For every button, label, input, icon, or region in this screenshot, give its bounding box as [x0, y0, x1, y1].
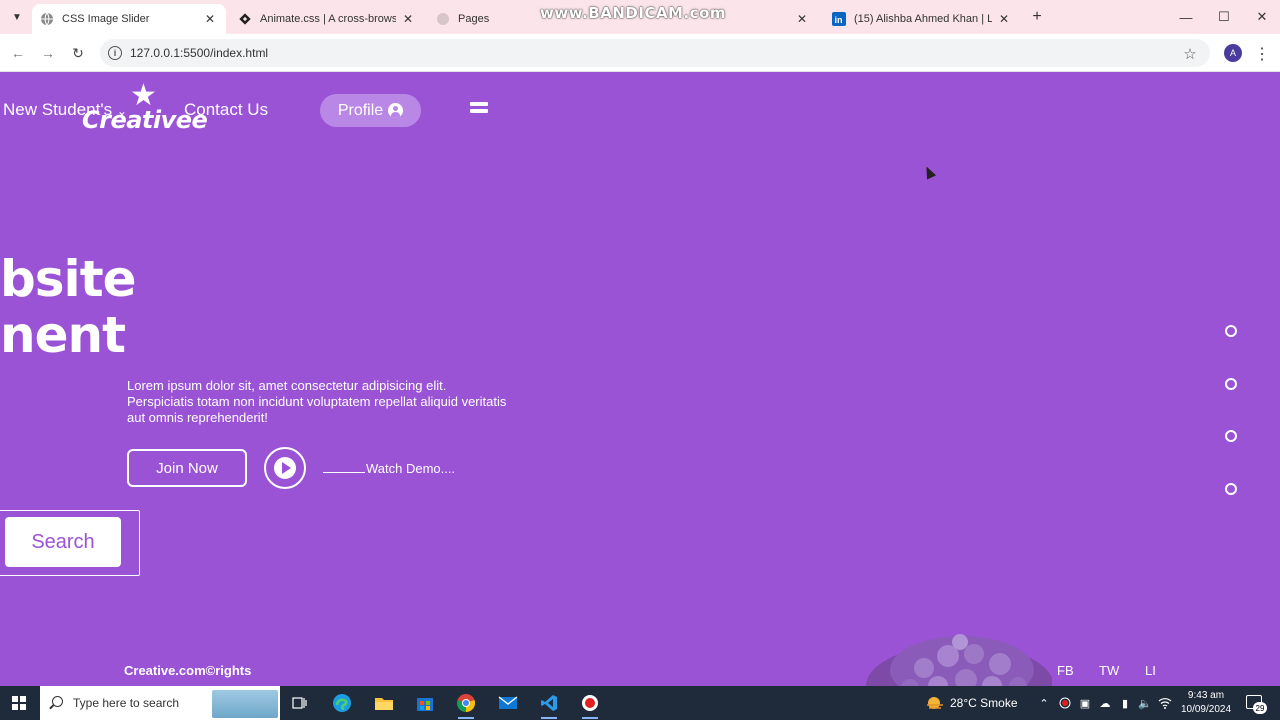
slider-dot[interactable]	[1225, 430, 1237, 442]
system-clock[interactable]: 9:43 am 10/09/2024	[1180, 689, 1232, 717]
mouse-cursor	[921, 164, 937, 180]
search-button[interactable]: Search	[5, 517, 121, 567]
nav-contact-us[interactable]: Contact Us	[184, 100, 268, 120]
divider	[323, 472, 365, 473]
hamburger-menu-icon[interactable]	[470, 102, 488, 120]
watch-demo-link[interactable]: Watch Demo....	[323, 461, 455, 476]
forward-arrow-icon[interactable]: →	[38, 43, 58, 63]
linkedin-icon: in	[832, 12, 846, 26]
profile-button[interactable]: Profile	[320, 94, 421, 127]
volume-muted-icon[interactable]: 🔈	[1138, 696, 1152, 710]
site-logo[interactable]: ★ Creativee	[82, 78, 208, 140]
onedrive-cloud-icon[interactable]: ☁	[1098, 696, 1112, 710]
browser-tab-bar: ▼ CSS Image Slider ✕ Animate.css | A cro…	[0, 0, 1280, 34]
site-info-icon[interactable]: i	[108, 46, 122, 60]
clock-time: 9:43 am	[1187, 690, 1225, 701]
clock-date: 10/09/2024	[1180, 704, 1232, 715]
chrome-icon[interactable]	[456, 693, 476, 719]
weather-icon	[926, 696, 944, 710]
animate-logo-icon	[238, 12, 252, 26]
social-link-li[interactable]: LI	[1145, 663, 1156, 678]
profile-label: Profile	[337, 101, 384, 119]
hero-description: Lorem ipsum dolor sit, amet consectetur …	[127, 378, 507, 425]
close-icon[interactable]: ✕	[400, 11, 416, 27]
task-view-icon[interactable]	[290, 693, 310, 713]
microsoft-store-icon[interactable]	[415, 693, 435, 713]
decorative-blob-image	[866, 634, 1052, 686]
file-explorer-icon[interactable]	[374, 693, 394, 713]
taskbar-search-placeholder: Type here to search	[73, 696, 180, 710]
user-circle-icon	[388, 103, 404, 118]
back-arrow-icon[interactable]: ←	[8, 43, 28, 63]
taskbar-search-box[interactable]: Type here to search	[40, 686, 280, 720]
address-bar[interactable]: i 127.0.0.1:5500/index.html	[100, 39, 1210, 67]
meet-now-icon[interactable]: ▣	[1078, 696, 1092, 710]
play-demo-button[interactable]	[264, 447, 306, 489]
minimize-icon[interactable]: —	[1174, 6, 1198, 28]
hero-heading-line-1: bsite	[0, 250, 137, 308]
close-icon[interactable]: ✕	[202, 11, 218, 27]
url-text[interactable]: 127.0.0.1:5500/index.html	[130, 46, 268, 60]
reload-icon[interactable]: ↻	[68, 43, 88, 63]
play-icon	[274, 457, 296, 479]
recorder-watermark: www.BANDICAM.com	[540, 4, 727, 22]
slider-dots	[1225, 325, 1237, 495]
footer-copyright: Creative.com©rights	[124, 663, 252, 678]
battery-icon[interactable]: ▮	[1118, 696, 1132, 710]
windows-taskbar: Type here to search 28°C Smoke ⌃ ▣ ☁ ▮ 🔈…	[0, 686, 1280, 720]
search-icon	[52, 696, 63, 707]
close-icon[interactable]: ✕	[794, 11, 810, 27]
new-tab-button[interactable]: +	[1028, 8, 1046, 26]
tab-search-button[interactable]: ▼	[6, 7, 28, 27]
search-highlight-image	[212, 690, 278, 718]
avatar[interactable]: A	[1224, 44, 1242, 62]
bandicam-record-icon[interactable]	[580, 693, 600, 719]
tab-title: Animate.css | A cross-browser l	[260, 13, 396, 25]
join-now-button[interactable]: Join Now	[127, 449, 247, 487]
notification-count-badge: 29	[1253, 702, 1267, 714]
edge-browser-icon[interactable]	[332, 693, 352, 713]
tab-animate-css[interactable]: Animate.css | A cross-browser l ✕	[230, 4, 424, 34]
bookmark-star-icon[interactable]: ☆	[1180, 44, 1200, 64]
slider-dot[interactable]	[1225, 325, 1237, 337]
hero-heading-line-2: nent	[0, 306, 126, 364]
social-link-tw[interactable]: TW	[1099, 663, 1119, 678]
github-icon	[436, 12, 450, 26]
slider-dot[interactable]	[1225, 378, 1237, 390]
close-icon[interactable]: ✕	[996, 11, 1012, 27]
search-box: Search	[0, 510, 140, 576]
svg-text:in: in	[835, 15, 843, 25]
social-link-fb[interactable]: FB	[1057, 663, 1074, 678]
windows-start-icon[interactable]	[12, 696, 26, 710]
wifi-icon[interactable]	[1158, 696, 1172, 710]
tab-linkedin[interactable]: in (15) Alishba Ahmed Khan | Link ✕	[824, 4, 1020, 34]
window-close-icon[interactable]: ✕	[1250, 6, 1274, 28]
mail-icon[interactable]	[498, 693, 518, 713]
web-page: New Student's ⌄ ★ Creativee Contact Us P…	[0, 72, 1280, 686]
bandicam-tray-icon[interactable]	[1058, 696, 1072, 710]
weather-text[interactable]: 28°C Smoke	[950, 696, 1018, 710]
tab-title: (15) Alishba Ahmed Khan | Link	[854, 13, 992, 25]
browser-menu-icon[interactable]: ⋮	[1254, 44, 1270, 64]
tab-title: CSS Image Slider	[62, 13, 150, 25]
slider-dot[interactable]	[1225, 483, 1237, 495]
maximize-icon[interactable]: ☐	[1212, 6, 1236, 28]
tab-css-image-slider[interactable]: CSS Image Slider ✕	[32, 4, 226, 34]
browser-toolbar: ← → ↻ i 127.0.0.1:5500/index.html ☆ A ⋮	[0, 34, 1280, 72]
chevron-up-icon[interactable]: ⌃	[1037, 696, 1051, 710]
vscode-icon[interactable]	[539, 693, 559, 719]
globe-icon	[40, 12, 54, 26]
watch-demo-label: Watch Demo....	[366, 461, 456, 476]
